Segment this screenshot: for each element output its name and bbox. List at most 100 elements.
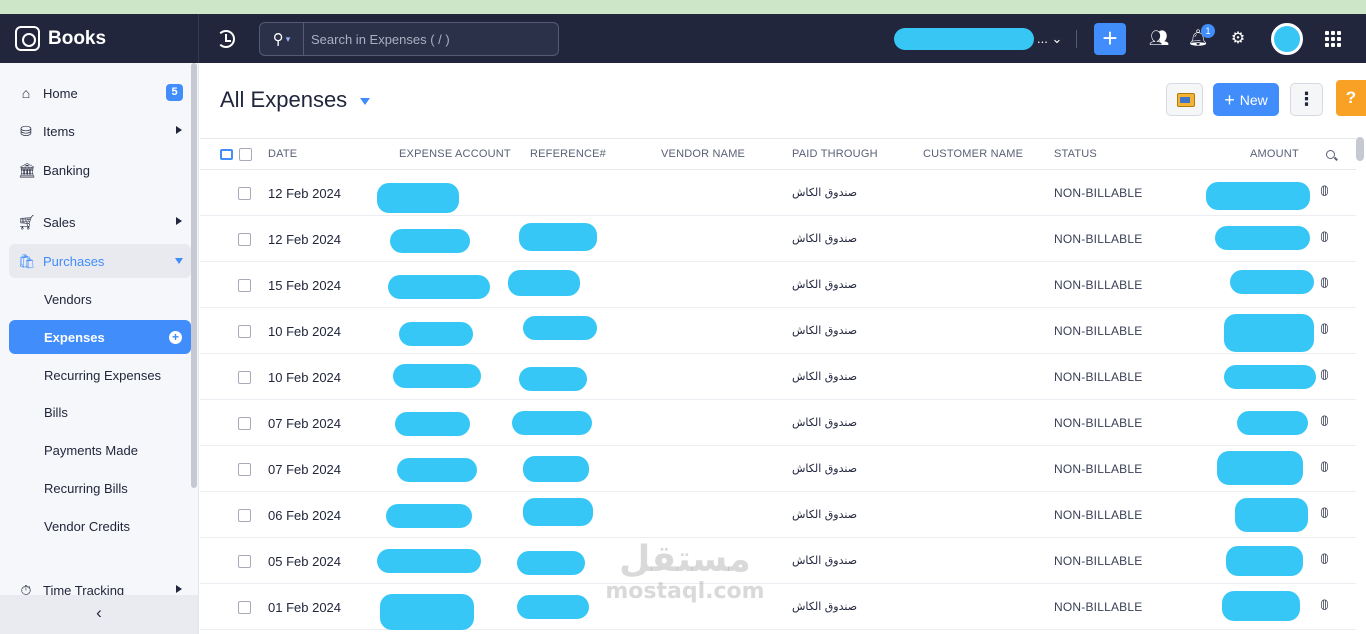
- view-dropdown-icon[interactable]: [360, 98, 370, 105]
- sidebar-item-bills[interactable]: Bills: [9, 395, 191, 429]
- row-checkbox[interactable]: [238, 233, 251, 246]
- attachment-icon[interactable]: 𝟘: [1320, 505, 1329, 522]
- row-checkbox[interactable]: [238, 187, 251, 200]
- sidebar-item-vendors[interactable]: Vendors: [9, 282, 191, 316]
- redacted-amount: [1237, 411, 1308, 435]
- attachment-icon[interactable]: 𝟘: [1320, 229, 1329, 246]
- sidebar-item-expenses[interactable]: Expenses +: [9, 320, 191, 354]
- table-row[interactable]: 10 Feb 2024 صندوق الكاش NON-BILLABLE 𝟘: [200, 354, 1356, 400]
- row-checkbox[interactable]: [238, 509, 251, 522]
- sidebar-item-banking[interactable]: 🏛︎ Banking: [9, 153, 191, 187]
- sidebar: ⌂ Home 5 ⛁ Items 🏛︎ Banking 🛒︎ Sales 🛍︎ …: [0, 63, 199, 634]
- column-settings-icon[interactable]: [220, 149, 233, 160]
- select-all-checkbox[interactable]: [239, 148, 252, 161]
- redacted-expense-account: [377, 183, 459, 213]
- search-icon: ⚲: [272, 31, 284, 48]
- add-expense-icon[interactable]: +: [169, 331, 182, 344]
- app-name: Books: [48, 27, 107, 49]
- column-expense-account[interactable]: EXPENSE ACCOUNT: [399, 148, 511, 160]
- table-row[interactable]: 15 Feb 2024 صندوق الكاش NON-BILLABLE 𝟘: [200, 262, 1356, 308]
- attachment-icon[interactable]: 𝟘: [1320, 275, 1329, 292]
- row-checkbox[interactable]: [238, 325, 251, 338]
- column-paid-through[interactable]: PAID THROUGH: [792, 148, 878, 160]
- row-checkbox[interactable]: [238, 279, 251, 292]
- organization-name-redacted[interactable]: [894, 28, 1034, 50]
- row-paid-through: صندوق الكاش: [792, 600, 858, 613]
- sidebar-item-label: Home: [43, 85, 78, 101]
- column-vendor-name[interactable]: VENDOR NAME: [661, 148, 745, 160]
- row-checkbox[interactable]: [238, 555, 251, 568]
- row-date: 12 Feb 2024: [268, 232, 342, 247]
- row-date: 07 Feb 2024: [268, 462, 342, 477]
- home-badge: 5: [166, 84, 183, 101]
- redacted-expense-account: [397, 458, 477, 482]
- table-scrollbar[interactable]: [1356, 137, 1364, 161]
- table-row[interactable]: 01 Feb 2024 صندوق الكاش NON-BILLABLE 𝟘: [200, 584, 1356, 630]
- import-expenses-button[interactable]: [1166, 83, 1203, 116]
- table-row[interactable]: 10 Feb 2024 صندوق الكاش NON-BILLABLE 𝟘: [200, 308, 1356, 354]
- main-content: All Expenses + New ⋮ ? DATE EXPENSE ACCO…: [200, 63, 1366, 634]
- app-grid-icon[interactable]: [1325, 31, 1341, 47]
- table-row[interactable]: 05 Feb 2024 صندوق الكاش NON-BILLABLE 𝟘: [200, 538, 1356, 584]
- table-row[interactable]: 12 Feb 2024 صندوق الكاش NON-BILLABLE 𝟘: [200, 216, 1356, 262]
- help-button[interactable]: ?: [1336, 80, 1366, 116]
- table-row[interactable]: 12 Feb 2024 صندوق الكاش NON-BILLABLE 𝟘: [200, 170, 1356, 216]
- column-amount[interactable]: AMOUNT: [1250, 148, 1299, 160]
- collapse-sidebar-button[interactable]: ‹: [0, 595, 198, 634]
- column-status[interactable]: STATUS: [1054, 148, 1097, 160]
- row-checkbox[interactable]: [238, 601, 251, 614]
- attachment-icon[interactable]: 𝟘: [1320, 597, 1329, 614]
- browser-strip: [0, 0, 1366, 14]
- recent-history-icon[interactable]: [217, 30, 235, 48]
- search-scope-button[interactable]: ⚲ ▾: [260, 23, 304, 55]
- redacted-reference: [517, 595, 589, 619]
- organization-dropdown[interactable]: ... ⌄: [1037, 31, 1062, 47]
- sidebar-item-recurring-expenses[interactable]: Recurring Expenses: [9, 358, 191, 392]
- sidebar-item-items[interactable]: ⛁ Items: [9, 114, 191, 148]
- brand[interactable]: Books: [0, 14, 199, 63]
- attachment-icon[interactable]: 𝟘: [1320, 459, 1329, 476]
- row-status: NON-BILLABLE: [1054, 462, 1143, 476]
- attachment-icon[interactable]: 𝟘: [1320, 551, 1329, 568]
- new-expense-button[interactable]: + New: [1213, 83, 1279, 116]
- column-date[interactable]: DATE: [268, 148, 297, 160]
- quick-create-button[interactable]: +: [1094, 23, 1126, 55]
- redacted-amount: [1217, 451, 1303, 485]
- users-icon[interactable]: 👥︎: [1148, 28, 1170, 50]
- table-row[interactable]: 07 Feb 2024 صندوق الكاش NON-BILLABLE 𝟘: [200, 400, 1356, 446]
- column-reference[interactable]: REFERENCE#: [530, 148, 606, 160]
- table-row[interactable]: 06 Feb 2024 صندوق الكاش NON-BILLABLE 𝟘: [200, 492, 1356, 538]
- sidebar-item-payments-made[interactable]: Payments Made: [9, 433, 191, 467]
- chevron-right-icon: [176, 126, 182, 134]
- row-paid-through: صندوق الكاش: [792, 416, 858, 429]
- row-checkbox[interactable]: [238, 417, 251, 430]
- redacted-expense-account: [386, 504, 472, 528]
- attachment-icon[interactable]: 𝟘: [1320, 413, 1329, 430]
- redacted-reference: [508, 270, 580, 296]
- table-row[interactable]: 07 Feb 2024 صندوق الكاش NON-BILLABLE 𝟘: [200, 446, 1356, 492]
- user-avatar[interactable]: [1271, 23, 1303, 55]
- row-checkbox[interactable]: [238, 371, 251, 384]
- page-title[interactable]: All Expenses: [220, 87, 347, 113]
- sidebar-item-sales[interactable]: 🛒︎ Sales: [9, 205, 191, 239]
- row-paid-through: صندوق الكاش: [792, 462, 858, 475]
- cart-icon: 🛒︎: [18, 214, 36, 230]
- search-input[interactable]: [304, 23, 558, 55]
- sidebar-item-purchases[interactable]: 🛍︎ Purchases: [9, 244, 191, 278]
- attachment-icon[interactable]: 𝟘: [1320, 367, 1329, 384]
- row-paid-through: صندوق الكاش: [792, 232, 858, 245]
- redacted-reference: [523, 498, 593, 526]
- sidebar-item-home[interactable]: ⌂ Home 5: [9, 76, 191, 110]
- sidebar-scrollbar[interactable]: [191, 63, 197, 488]
- column-customer-name[interactable]: CUSTOMER NAME: [923, 148, 1023, 160]
- settings-gear-icon[interactable]: ⚙︎: [1227, 28, 1249, 50]
- attachment-icon[interactable]: 𝟘: [1320, 321, 1329, 338]
- table-search-icon[interactable]: [1326, 150, 1335, 159]
- row-paid-through: صندوق الكاش: [792, 324, 858, 337]
- row-checkbox[interactable]: [238, 463, 251, 476]
- sidebar-item-recurring-bills[interactable]: Recurring Bills: [9, 471, 191, 505]
- more-options-button[interactable]: ⋮: [1290, 83, 1323, 116]
- attachment-icon[interactable]: 𝟘: [1320, 183, 1329, 200]
- chevron-down-icon: ▾: [285, 33, 291, 44]
- sidebar-item-vendor-credits[interactable]: Vendor Credits: [9, 509, 191, 543]
